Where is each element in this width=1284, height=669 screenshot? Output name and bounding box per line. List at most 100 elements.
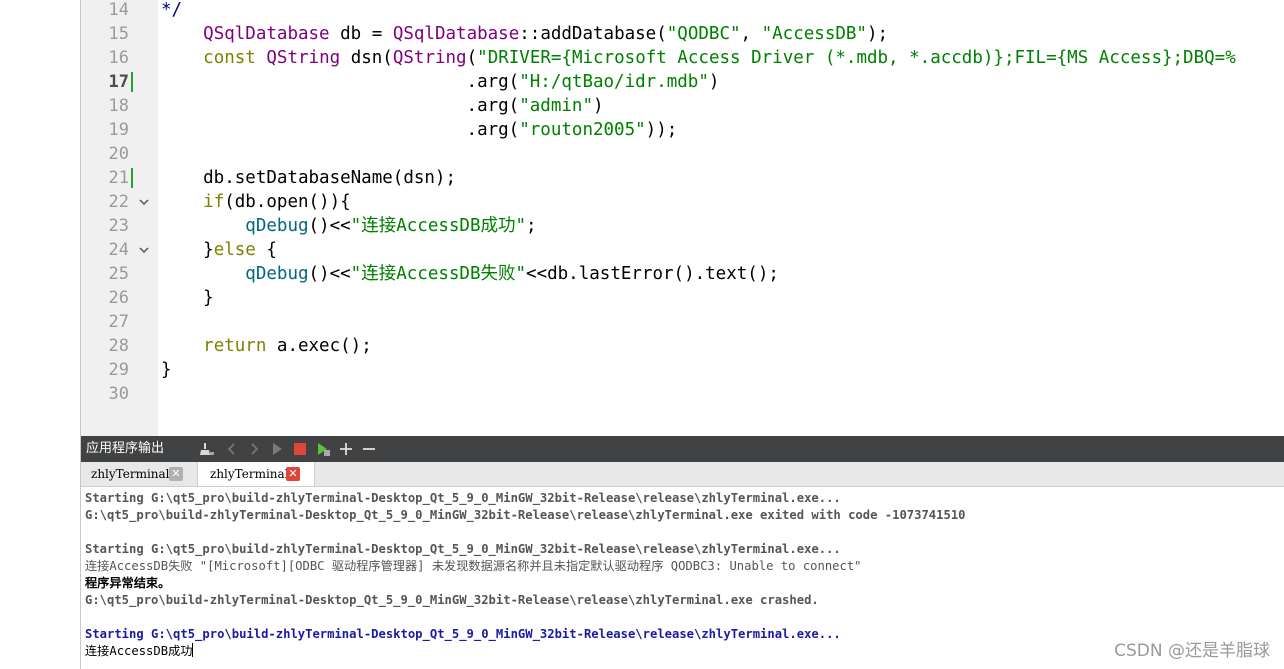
code-line[interactable]: .arg("admin") [161, 94, 604, 118]
code-token: .arg( [161, 120, 520, 140]
code-editor[interactable]: 14 15 16 17 18 19 20 21 22 23 24 25 26 27 28 29 30 */ QS… [81, 0, 1284, 436]
code-token: "AccessDB" [761, 24, 867, 44]
code-line[interactable]: const QString dsn(QString("DRIVER={Micro… [161, 46, 1236, 70]
code-token: else [213, 240, 256, 260]
code-token: ) [708, 72, 720, 92]
code-token: const [203, 48, 256, 68]
code-token: */ [161, 0, 183, 20]
tab-zhlyterminal-2[interactable]: zhlyTerminal ✕ [197, 462, 315, 486]
code-line[interactable]: return a.exec(); [161, 334, 372, 358]
line-number: 23 [108, 216, 129, 236]
code-token: ()<< [308, 216, 351, 236]
code-token: { [255, 240, 277, 260]
output-line: Starting G:\qt5_pro\build-zhlyTerminal-D… [85, 490, 841, 506]
modified-marker [131, 168, 133, 188]
line-number: 19 [108, 120, 129, 140]
line-number: 25 [108, 264, 129, 284]
close-icon[interactable]: ✕ [286, 467, 300, 481]
code-token: if [203, 192, 225, 212]
code-line[interactable]: QSqlDatabase db = QSqlDatabase::addDatab… [161, 22, 888, 46]
code-token: (db.open()){ [224, 192, 351, 212]
code-token: ) [593, 96, 604, 116]
code-token: return [203, 336, 267, 356]
code-token: db.setDatabaseName(dsn); [161, 168, 457, 188]
code-line[interactable]: } [161, 358, 172, 382]
stop-icon[interactable] [292, 441, 308, 457]
output-line: 连接AccessDB失败 "[Microsoft][ODBC 驱动程序管理器] … [85, 558, 862, 574]
fold-chevron-icon[interactable] [139, 197, 149, 207]
tab-zhlyterminal-1[interactable]: zhlyTerminal ✕ [81, 462, 191, 486]
code-token: ); [866, 24, 889, 44]
close-icon[interactable]: ✕ [169, 467, 183, 481]
output-line-text: Starting G:\qt5_pro\build-zhlyTerminal-D… [85, 491, 841, 505]
code-line[interactable]: qDebug()<<"连接AccessDB成功"; [161, 214, 537, 238]
code-token: .arg( [161, 72, 520, 92]
code-token: } [161, 288, 214, 308]
line-number: 21 [108, 168, 129, 188]
line-number: 30 [108, 384, 129, 404]
code-line[interactable]: .arg("H:/qtBao/idr.mdb") [161, 70, 720, 94]
line-number: 29 [108, 360, 129, 380]
code-line[interactable]: if(db.open()){ [161, 190, 351, 214]
code-token: <<db.lastError().text(); [526, 264, 779, 284]
code-token: "routon2005" [519, 120, 646, 140]
output-line: 连接AccessDB成功 [85, 643, 194, 659]
tab-label: zhlyTerminal [210, 467, 289, 481]
line-number: 28 [108, 336, 129, 356]
code-line[interactable]: db.setDatabaseName(dsn); [161, 166, 456, 190]
line-number: 26 [108, 288, 129, 308]
clean-output-icon[interactable] [199, 441, 215, 457]
output-line-text: 连接AccessDB失败 "[Microsoft][ODBC 驱动程序管理器] … [85, 559, 862, 573]
debug-run-icon[interactable] [315, 441, 331, 457]
line-number: 24 [108, 240, 129, 260]
code-token: QString [392, 48, 467, 68]
output-line-text: Starting G:\qt5_pro\build-zhlyTerminal-D… [85, 542, 841, 556]
output-line-text: G:\qt5_pro\build-zhlyTerminal-Desktop_Qt… [85, 593, 819, 607]
output-line: 程序异常结束。 [85, 575, 170, 591]
code-token: dsn( [340, 48, 393, 68]
code-token: .arg( [161, 96, 520, 116]
output-line: Starting G:\qt5_pro\build-zhlyTerminal-D… [85, 541, 841, 557]
line-number: 15 [108, 24, 129, 44]
line-number: 27 [108, 312, 129, 332]
output-tabs: zhlyTerminal ✕ zhlyTerminal ✕ [81, 462, 1284, 487]
previous-arrow-icon[interactable] [224, 441, 240, 457]
code-line[interactable]: qDebug()<<"连接AccessDB失败"<<db.lastError()… [161, 262, 779, 286]
code-token: } [161, 360, 172, 380]
code-token: "DRIVER={Microsoft Access Driver (*.mdb,… [477, 48, 1236, 68]
output-line: Starting G:\qt5_pro\build-zhlyTerminal-D… [85, 626, 841, 642]
code-token: ()<< [308, 264, 351, 284]
text-cursor [192, 643, 194, 657]
code-line[interactable]: */ [161, 0, 182, 22]
code-token: qDebug [245, 216, 309, 236]
output-line: G:\qt5_pro\build-zhlyTerminal-Desktop_Qt… [85, 592, 819, 608]
line-number: 16 [108, 48, 129, 68]
output-line: G:\qt5_pro\build-zhlyTerminal-Desktop_Qt… [85, 507, 966, 523]
fold-chevron-icon[interactable] [139, 245, 149, 255]
code-line[interactable]: } [161, 286, 214, 310]
code-line[interactable]: }else { [161, 238, 277, 262]
run-icon[interactable] [269, 441, 285, 457]
code-token: ; [526, 216, 537, 236]
output-pane-title: 应用程序输出 [86, 441, 165, 456]
left-panel [0, 0, 80, 669]
next-arrow-icon[interactable] [246, 441, 262, 457]
plus-icon[interactable] [338, 441, 354, 457]
output-text-area[interactable]: Starting G:\qt5_pro\build-zhlyTerminal-D… [81, 487, 1284, 669]
code-token: QSqlDatabase [203, 24, 330, 44]
code-token: "admin" [519, 96, 593, 116]
code-token: "QODBC" [666, 24, 741, 44]
code-token: , [740, 24, 762, 44]
line-number: 18 [108, 96, 129, 116]
minus-icon[interactable] [361, 441, 377, 457]
code-token: QSqlDatabase [392, 24, 520, 44]
line-number: 17 [108, 72, 129, 92]
code-line[interactable]: .arg("routon2005")); [161, 118, 678, 142]
code-token: a.exec(); [266, 336, 372, 356]
